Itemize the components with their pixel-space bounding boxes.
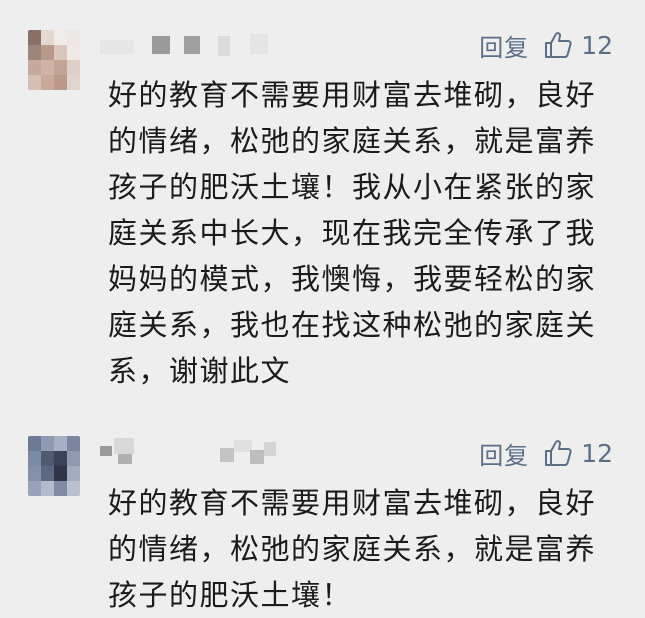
avatar[interactable] (28, 436, 80, 496)
reply-button[interactable]: 回复 (479, 28, 529, 63)
like-count: 12 (581, 438, 613, 468)
comment-text: 好的教育不需要用财富去堆砌，良好的情绪，松弛的家庭关系，就是富养孩子的肥沃土壤！… (108, 78, 597, 388)
comment-text: 好的教育不需要用财富去堆砌，良好的情绪，松弛的家庭关系，就是富养孩子的肥沃土壤！ (108, 486, 597, 612)
avatar[interactable] (28, 30, 80, 90)
thumbs-up-icon (543, 438, 573, 468)
comment-item: 回复 12 好的教育不需要用财富去堆砌，良好的情绪，松弛的家庭关系，就是富养孩子… (0, 0, 645, 400)
thumbs-up-icon (543, 30, 573, 60)
like-button[interactable]: 12 (543, 30, 613, 60)
comment-item: 回复 12 好的教育不需要用财富去堆砌，良好的情绪，松弛的家庭关系，就是富养孩子… (0, 400, 645, 612)
reply-button[interactable]: 回复 (479, 436, 529, 471)
comment-actions: 回复 12 (479, 436, 613, 470)
comment-actions: 回复 12 (479, 28, 613, 62)
like-button[interactable]: 12 (543, 438, 613, 468)
like-count: 12 (581, 30, 613, 60)
